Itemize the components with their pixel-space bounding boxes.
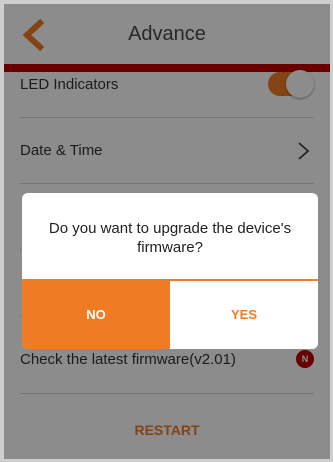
no-button[interactable]: NO: [22, 281, 170, 349]
yes-button[interactable]: YES: [170, 281, 318, 349]
upgrade-firmware-dialog: Do you want to upgrade the device's firm…: [22, 193, 318, 349]
dialog-message: Do you want to upgrade the device's firm…: [48, 220, 292, 256]
app-screen: Advance LED Indicators Date & Time Check…: [4, 4, 330, 459]
